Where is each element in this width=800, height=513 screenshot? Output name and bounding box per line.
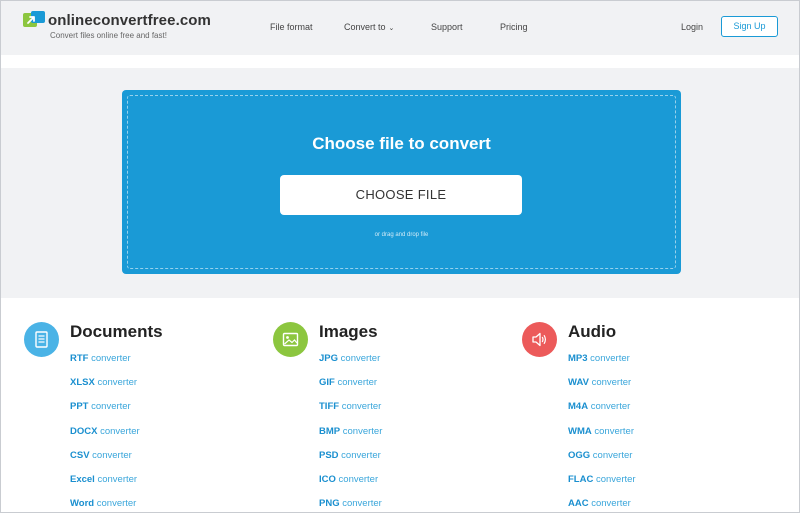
converter-list: JPG converter GIF converter TIFF convert… — [319, 353, 382, 513]
converter-link-docx[interactable]: DOCX converter — [70, 426, 140, 450]
format-name: ICO — [319, 473, 336, 485]
nav-support[interactable]: Support — [431, 22, 463, 32]
converter-link-ppt[interactable]: PPT converter — [70, 401, 140, 425]
format-name: BMP — [319, 425, 341, 437]
link-suffix: converter — [88, 401, 131, 413]
converter-link-jpg[interactable]: JPG converter — [319, 353, 382, 377]
converter-categories: Documents RTF converter XLSX converter P… — [1, 298, 799, 512]
format-name: PSD — [319, 449, 339, 461]
login-link[interactable]: Login — [681, 22, 703, 32]
link-suffix: converter — [593, 473, 636, 485]
link-suffix: converter — [94, 473, 138, 485]
converter-link-mp3[interactable]: MP3 converter — [568, 353, 636, 377]
converter-link-csv[interactable]: CSV converter — [70, 450, 140, 474]
nav-pricing[interactable]: Pricing — [500, 22, 528, 32]
logo-icon[interactable] — [23, 11, 45, 29]
link-suffix: converter — [588, 401, 631, 413]
format-name: FLAC — [568, 473, 594, 485]
converter-link-word[interactable]: Word converter — [70, 498, 140, 513]
converter-link-bmp[interactable]: BMP converter — [319, 426, 382, 450]
format-name: WMA — [568, 425, 592, 437]
signup-button[interactable]: Sign Up — [721, 16, 778, 37]
link-suffix: converter — [590, 449, 633, 461]
nav-file-format[interactable]: File format — [270, 22, 313, 32]
format-name: JPG — [319, 353, 339, 364]
link-suffix: converter — [97, 425, 140, 437]
link-suffix: converter — [339, 498, 382, 510]
link-suffix: converter — [335, 473, 379, 485]
format-name: GIF — [319, 377, 335, 389]
format-name: Word — [70, 498, 95, 510]
site-header: onlineconvertfree.com Convert files onli… — [1, 1, 799, 55]
nav-label: Pricing — [500, 22, 528, 32]
format-name: OGG — [568, 449, 591, 461]
converter-link-xlsx[interactable]: XLSX converter — [70, 377, 140, 401]
link-suffix: converter — [339, 401, 382, 413]
format-name: MP3 — [568, 353, 588, 364]
category-title: Images — [319, 322, 378, 341]
link-suffix: converter — [334, 377, 378, 389]
format-name: XLSX — [70, 377, 95, 389]
image-icon — [273, 322, 308, 357]
choose-file-button[interactable]: CHOOSE FILE — [280, 175, 522, 215]
converter-link-gif[interactable]: GIF converter — [319, 377, 382, 401]
format-name: DOCX — [70, 425, 98, 437]
link-suffix: converter — [338, 449, 381, 461]
converter-link-excel[interactable]: Excel converter — [70, 474, 140, 498]
format-name: AAC — [568, 498, 589, 510]
converter-link-rtf[interactable]: RTF converter — [70, 353, 140, 377]
link-suffix: converter — [338, 353, 381, 364]
converter-list: RTF converter XLSX converter PPT convert… — [70, 353, 140, 513]
converter-link-tiff[interactable]: TIFF converter — [319, 401, 382, 425]
format-name: Excel — [70, 473, 95, 485]
link-suffix: converter — [588, 377, 632, 389]
upload-dropzone[interactable]: Choose file to convert CHOOSE FILE or dr… — [122, 90, 681, 274]
link-suffix: converter — [591, 425, 634, 437]
link-suffix: converter — [588, 498, 631, 510]
link-suffix: converter — [89, 449, 132, 461]
converter-link-wav[interactable]: WAV converter — [568, 377, 636, 401]
category-title: Documents — [70, 322, 163, 341]
format-name: WAV — [568, 377, 589, 389]
brand-tagline: Convert files online free and fast! — [50, 31, 167, 40]
converter-link-psd[interactable]: PSD converter — [319, 450, 382, 474]
format-name: TIFF — [319, 401, 340, 413]
format-name: RTF — [70, 353, 89, 364]
converter-link-flac[interactable]: FLAC converter — [568, 474, 636, 498]
nav-label: File format — [270, 22, 313, 32]
drag-drop-hint: or drag and drop file — [374, 232, 429, 238]
format-name: M4A — [568, 401, 589, 413]
format-name: CSV — [70, 449, 90, 461]
link-suffix: converter — [94, 377, 138, 389]
brand-name[interactable]: onlineconvertfree.com — [48, 12, 211, 29]
header-divider — [1, 55, 799, 68]
converter-link-m4a[interactable]: M4A converter — [568, 401, 636, 425]
converter-link-wma[interactable]: WMA converter — [568, 426, 636, 450]
nav-label: Convert to — [344, 22, 386, 32]
category-title: Audio — [568, 322, 617, 341]
document-icon — [24, 322, 59, 357]
converter-link-aac[interactable]: AAC converter — [568, 498, 636, 513]
nav-label: Support — [431, 22, 463, 32]
link-suffix: converter — [94, 498, 137, 510]
link-suffix: converter — [340, 425, 383, 437]
converter-link-png[interactable]: PNG converter — [319, 498, 382, 513]
converter-link-ico[interactable]: ICO converter — [319, 474, 382, 498]
link-suffix: converter — [587, 353, 630, 364]
converter-link-ogg[interactable]: OGG converter — [568, 450, 636, 474]
format-name: PPT — [70, 401, 89, 413]
chevron-down-icon: ⌄ — [388, 25, 395, 32]
speaker-icon — [522, 322, 557, 357]
format-name: PNG — [319, 498, 340, 510]
link-suffix: converter — [88, 353, 131, 364]
nav-convert-to[interactable]: Convert to ⌄ — [344, 22, 394, 32]
upload-title: Choose file to convert — [312, 134, 491, 153]
converter-list: MP3 converter WAV converter M4A converte… — [568, 353, 636, 513]
